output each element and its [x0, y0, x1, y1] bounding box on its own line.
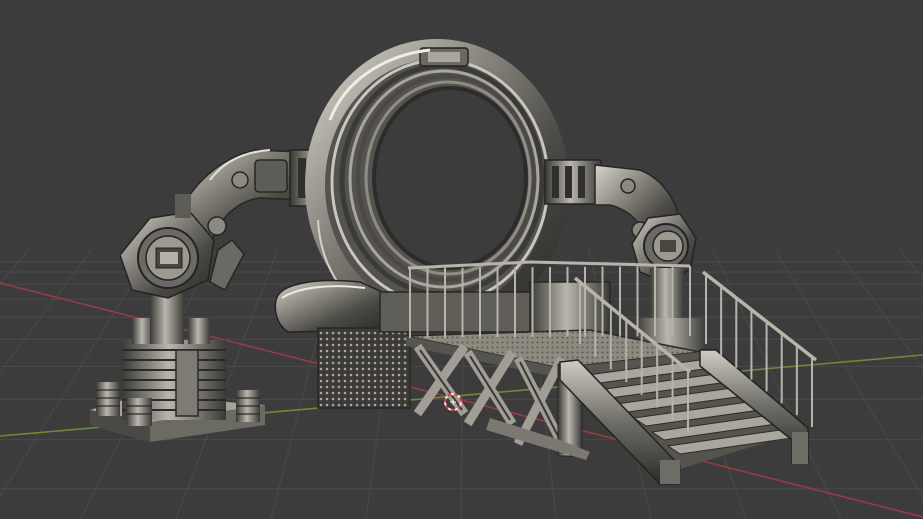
- right-ring-clamp: [544, 159, 602, 205]
- sci-fi-portal-gate[interactable]: [90, 39, 818, 485]
- grid-line: [899, 249, 923, 279]
- stairs: [559, 349, 809, 485]
- left-arm: [119, 149, 306, 299]
- 3d-viewport[interactable]: [0, 0, 923, 519]
- viewport-canvas[interactable]: [0, 0, 923, 519]
- grid-line: [0, 249, 30, 284]
- grid-line: [0, 249, 92, 374]
- grid-line: [836, 249, 923, 370]
